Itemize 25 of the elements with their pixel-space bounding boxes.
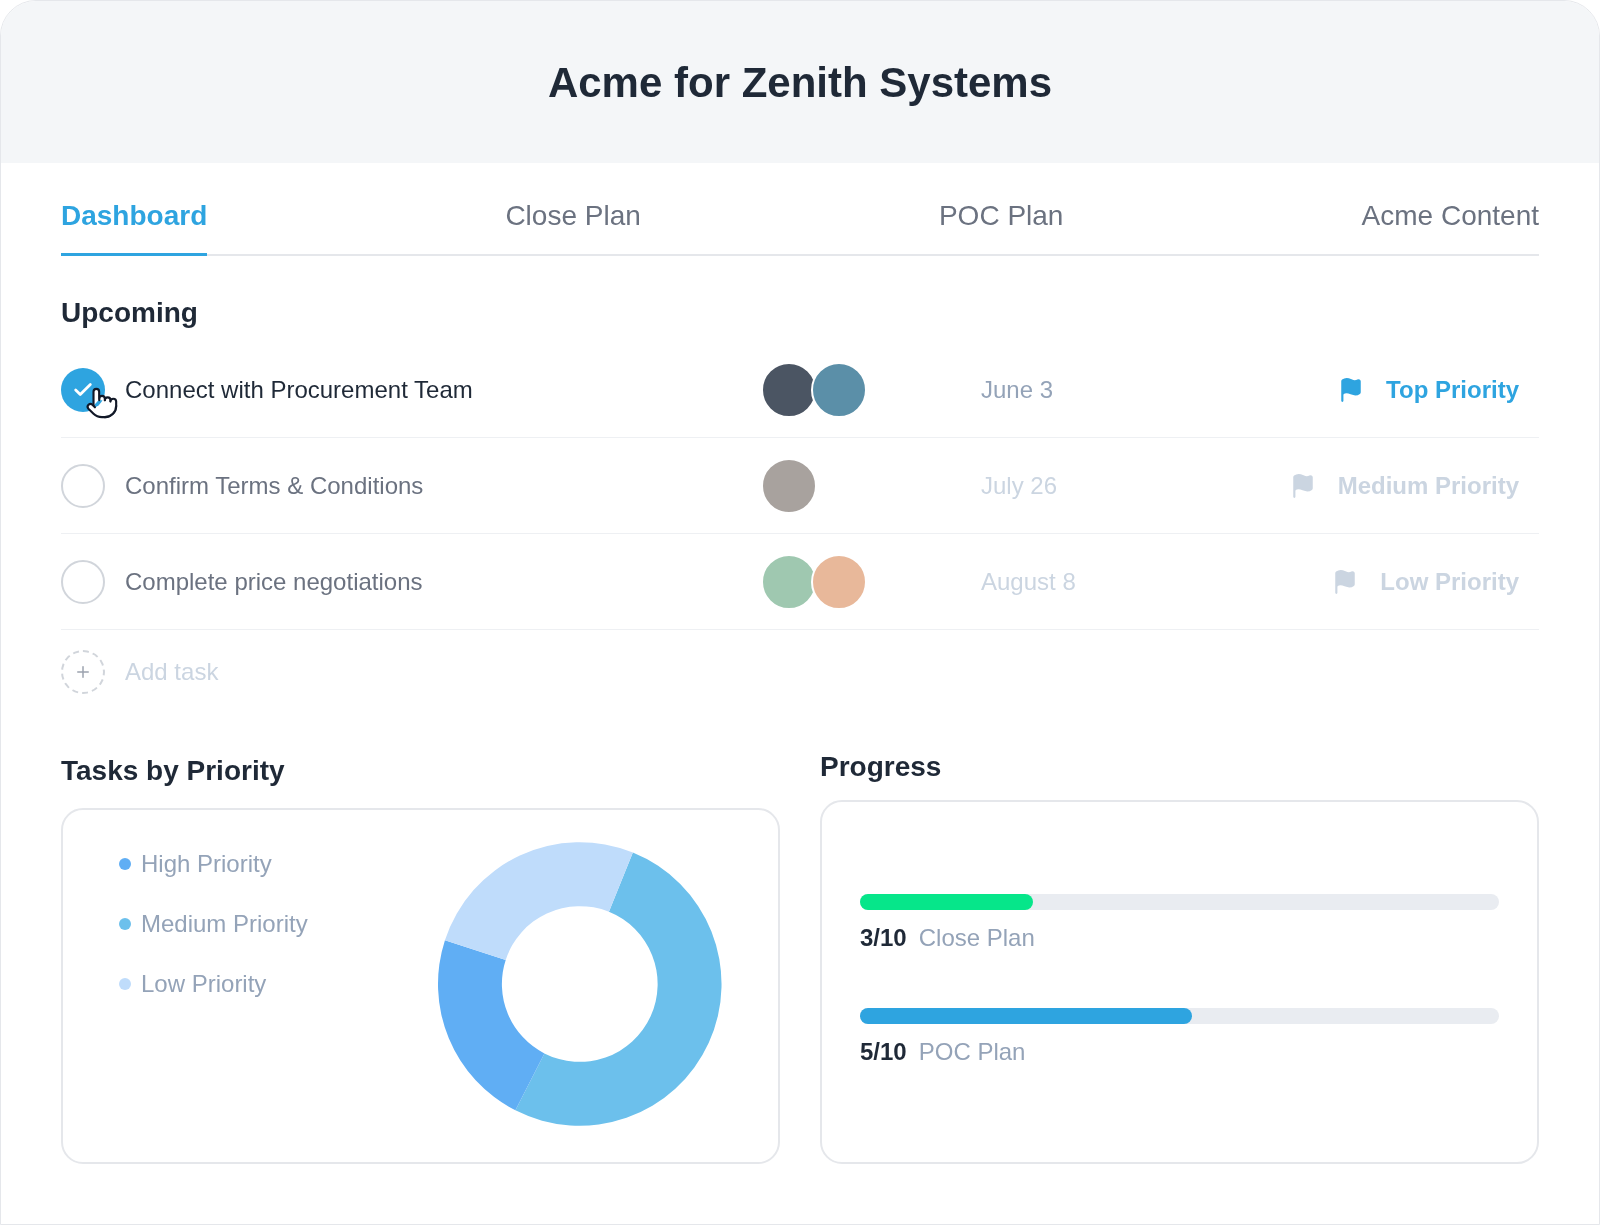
task-title: Connect with Procurement Team [125,374,474,405]
task-date: June 3 [981,374,1055,405]
progress-count: 5/10 [860,1037,907,1067]
task-title: Confirm Terms & Conditions [125,470,425,501]
priority-label: Top Priority [1386,374,1519,405]
legend-label: High Priority [141,849,272,879]
add-task-button[interactable] [61,650,105,694]
tab[interactable]: POC Plan [938,185,1064,256]
task-checkbox[interactable] [61,559,105,604]
progress-label: POC Plan [918,1037,1026,1067]
tab[interactable]: Dashboard [61,185,208,256]
task-title: Complete price negotiations [125,566,424,597]
legend-label: Low Priority [141,969,267,999]
section-title: Tasks by Priority [61,754,286,788]
hand-cursor-icon [85,385,119,420]
legend-label: Medium Priority [141,909,308,939]
tab[interactable]: Close Plan [505,185,641,256]
section-title: Upcoming [61,296,199,330]
page-title: Acme for Zenith Systems [547,57,1053,108]
section-title: Progress [820,750,943,784]
task-checkbox[interactable] [61,463,105,508]
progress-count: 3/10 [860,923,907,953]
plus-icon [74,663,92,681]
progress-label: Close Plan [918,923,1035,953]
tab[interactable]: Acme Content [1361,185,1539,256]
